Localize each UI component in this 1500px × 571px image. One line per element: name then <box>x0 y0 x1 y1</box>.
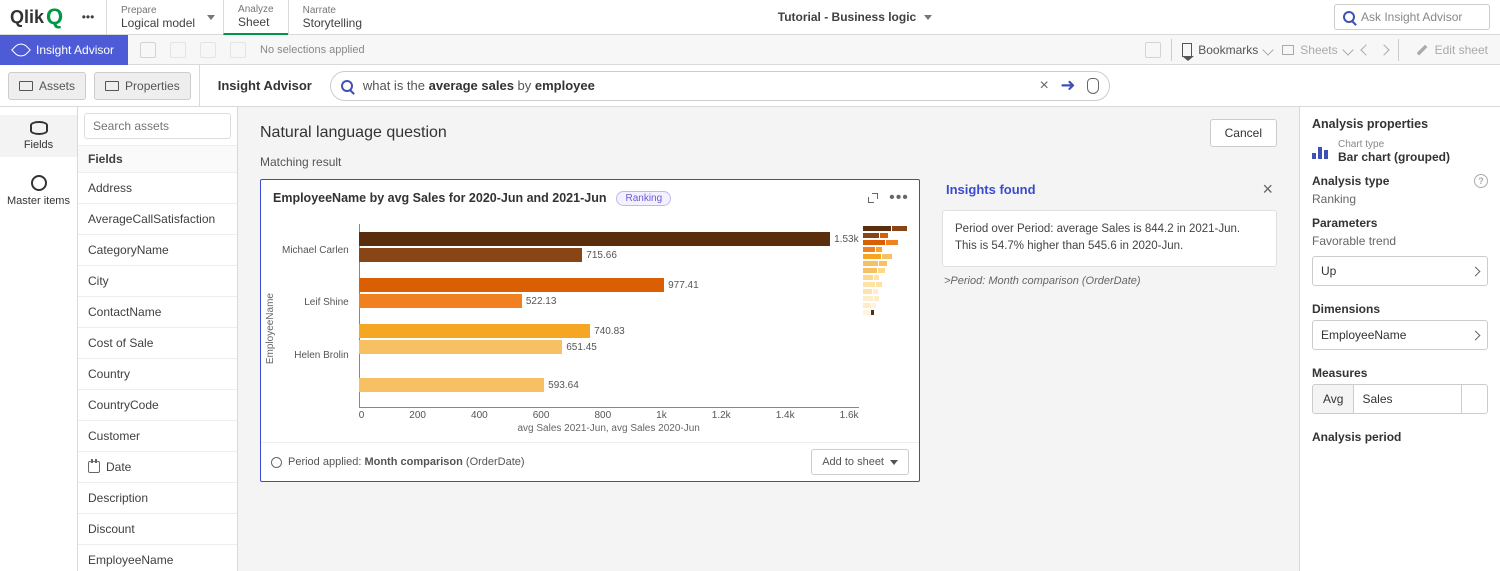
barchart-icon <box>1312 145 1330 159</box>
bookmark-icon <box>1182 43 1192 57</box>
step-forward-icon <box>200 42 216 58</box>
master-items-icon <box>31 175 47 191</box>
favorable-trend-select[interactable]: Up <box>1312 256 1488 286</box>
next-sheet-icon[interactable] <box>1378 44 1389 55</box>
result-card: EmployeeName by avg Sales for 2020-Jun a… <box>260 179 920 482</box>
insight-icon <box>11 40 31 60</box>
edit-sheet-button[interactable]: Edit sheet <box>1409 43 1488 57</box>
step-back-icon <box>170 42 186 58</box>
smart-search-icon[interactable] <box>140 42 156 58</box>
chevron-right-icon <box>1471 266 1481 276</box>
field-item[interactable]: ContactName <box>78 297 237 328</box>
field-item[interactable]: CountryCode <box>78 390 237 421</box>
analysis-tag: Ranking <box>616 191 671 206</box>
field-item[interactable]: City <box>78 266 237 297</box>
selections-tool-icon[interactable] <box>1145 42 1161 58</box>
fields-search-input[interactable] <box>84 113 231 139</box>
properties-toggle[interactable]: Properties <box>94 72 191 100</box>
dimension-select[interactable]: EmployeeName <box>1312 320 1488 350</box>
field-item[interactable]: Customer <box>78 421 237 452</box>
field-item[interactable]: CategoryName <box>78 235 237 266</box>
nav-prepare[interactable]: Prepare Logical model <box>106 0 223 35</box>
nl-search-box[interactable]: what is the average sales by employee × … <box>330 71 1110 101</box>
prev-sheet-icon[interactable] <box>1360 44 1371 55</box>
insights-title: Insights found <box>946 182 1036 197</box>
pencil-icon <box>1417 44 1429 56</box>
global-search-placeholder: Ask Insight Advisor <box>1361 10 1462 24</box>
field-item[interactable]: Cost of Sale <box>78 328 237 359</box>
sheets-dropdown[interactable]: Sheets <box>1282 43 1351 57</box>
bookmarks-dropdown[interactable]: Bookmarks <box>1182 43 1272 57</box>
field-item[interactable]: Country <box>78 359 237 390</box>
insight-note: >Period: Month comparison (OrderDate) <box>942 267 1277 295</box>
field-item[interactable]: Description <box>78 483 237 514</box>
field-item[interactable]: Discount <box>78 514 237 545</box>
calendar-icon <box>88 461 100 473</box>
close-insights-icon[interactable]: × <box>1262 179 1273 200</box>
rail-fields[interactable]: Fields <box>0 115 77 157</box>
clear-search-icon[interactable]: × <box>1040 77 1049 95</box>
x-axis-label: avg Sales 2021-Jun, avg Sales 2020-Jun <box>359 421 859 434</box>
matching-label: Matching result <box>238 151 1299 179</box>
fullscreen-icon[interactable] <box>865 190 881 206</box>
selections-status: No selections applied <box>260 44 365 56</box>
field-item[interactable]: Address <box>78 173 237 204</box>
search-icon <box>341 80 353 92</box>
nl-search-text: what is the average sales by employee <box>363 78 1030 93</box>
nav-narrate[interactable]: Narrate Storytelling <box>288 0 376 35</box>
card-title: EmployeeName by avg Sales for 2020-Jun a… <box>273 191 606 205</box>
search-icon <box>1343 11 1355 23</box>
field-item[interactable]: EmployeeName <box>78 545 237 571</box>
cancel-button[interactable]: Cancel <box>1210 119 1277 147</box>
nav-analyze[interactable]: Analyze Sheet <box>223 0 288 35</box>
rail-master-items[interactable]: Master items <box>0 169 77 213</box>
submit-search-icon[interactable]: ➜ <box>1059 77 1077 95</box>
insight-card: Period over Period: average Sales is 844… <box>942 210 1277 267</box>
add-to-sheet-button[interactable]: Add to sheet <box>811 449 909 475</box>
field-item[interactable]: AverageCallSatisfaction <box>78 204 237 235</box>
global-search[interactable]: Ask Insight Advisor <box>1334 4 1490 30</box>
clear-selections-icon <box>230 42 246 58</box>
measure-select[interactable]: Avg Sales <box>1312 384 1488 414</box>
chevron-down-icon <box>890 460 898 465</box>
center-heading: Natural language question <box>260 124 447 142</box>
insight-advisor-button[interactable]: Insight Advisor <box>0 35 128 65</box>
field-item[interactable]: Date <box>78 452 237 483</box>
panel-title: Insight Advisor <box>200 78 330 93</box>
app-title-dropdown-icon[interactable] <box>924 15 932 20</box>
app-menu-icon[interactable]: ••• <box>76 5 100 29</box>
props-title: Analysis properties <box>1312 117 1488 131</box>
minimap <box>863 224 907 434</box>
help-icon[interactable]: ? <box>1474 174 1488 188</box>
assets-toggle[interactable]: Assets <box>8 72 86 100</box>
clock-icon <box>271 457 282 468</box>
y-axis-label: EmployeeName <box>263 293 278 364</box>
chevron-right-icon <box>1471 330 1481 340</box>
mic-icon[interactable] <box>1087 78 1099 94</box>
fields-icon <box>30 121 48 135</box>
fields-header: Fields <box>78 145 237 173</box>
card-menu-icon[interactable]: ••• <box>891 190 907 206</box>
qlik-logo[interactable]: QlikQ <box>10 6 70 28</box>
app-title: Tutorial - Business logic <box>778 10 916 24</box>
